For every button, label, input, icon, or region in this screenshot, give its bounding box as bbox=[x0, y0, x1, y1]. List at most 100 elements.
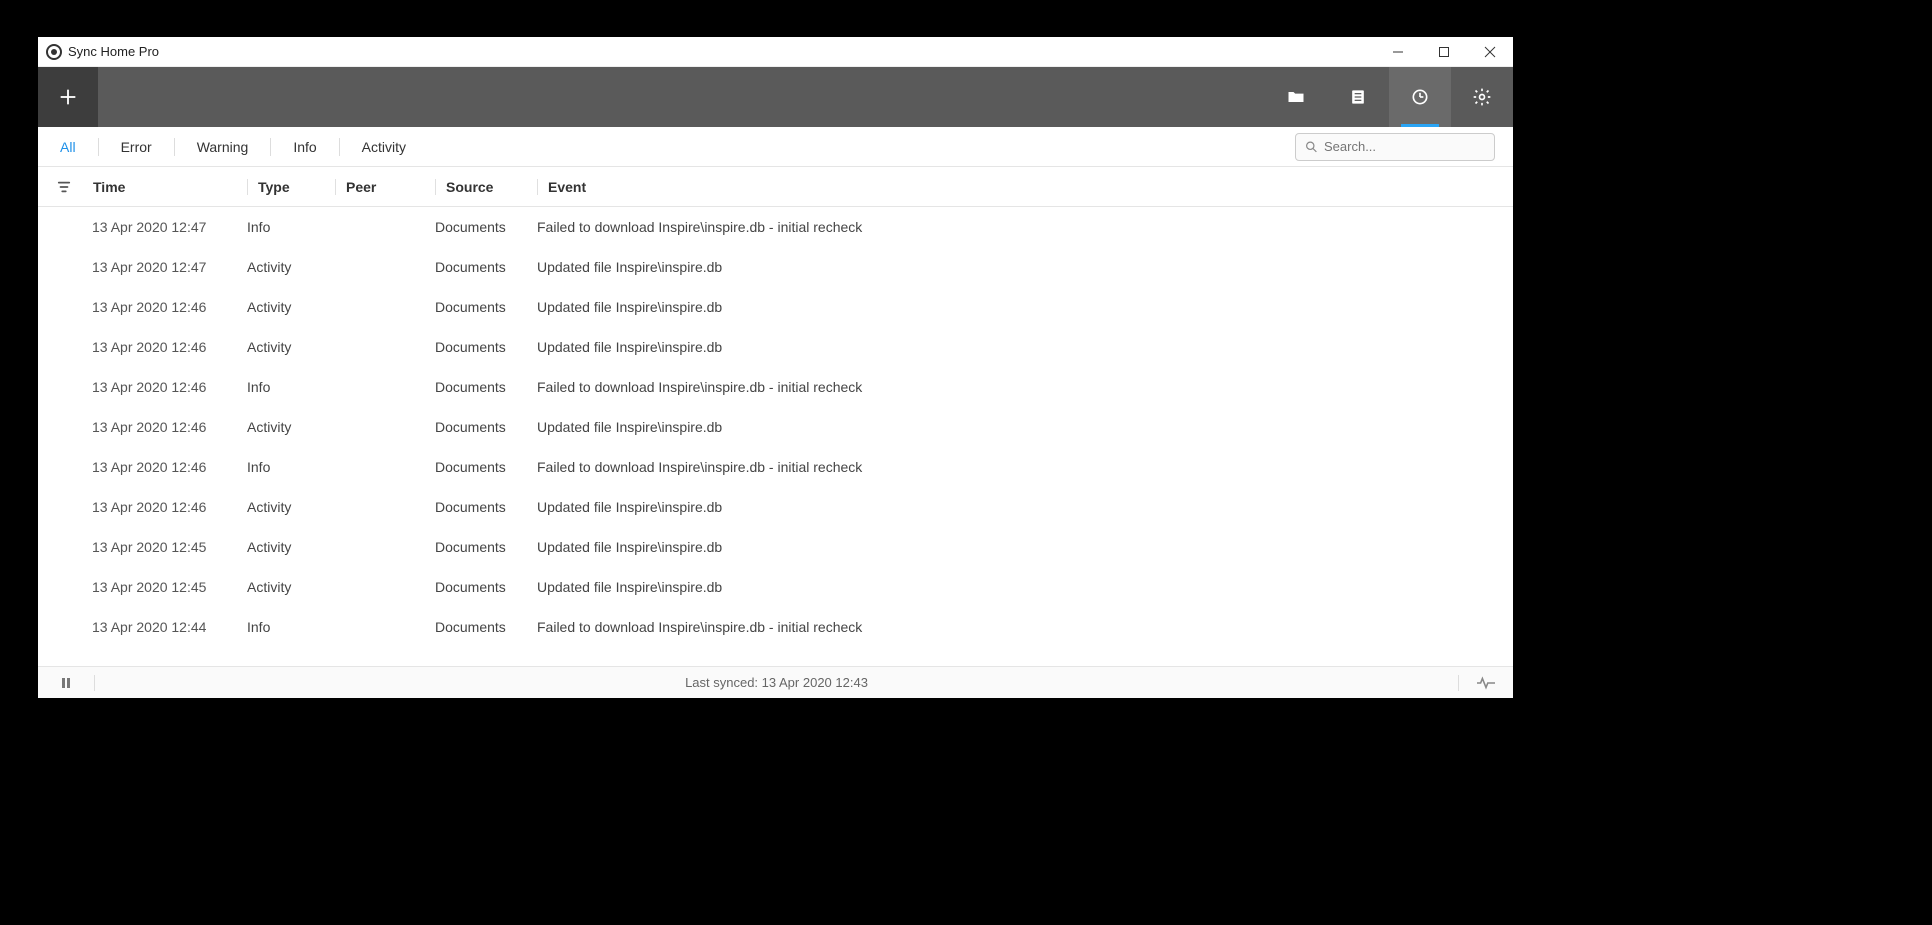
filter-tab-error[interactable]: Error bbox=[117, 127, 156, 167]
cell-time: 13 Apr 2020 12:46 bbox=[92, 499, 247, 515]
cell-time: 13 Apr 2020 12:47 bbox=[92, 219, 247, 235]
minimize-icon bbox=[1392, 46, 1404, 58]
column-header-type[interactable]: Type bbox=[247, 179, 335, 195]
search-wrap bbox=[1295, 133, 1495, 161]
app-window: Sync Home Pro bbox=[38, 37, 1513, 698]
toolbar bbox=[38, 67, 1513, 127]
column-header-time[interactable]: Time bbox=[92, 179, 247, 195]
cell-source: Documents bbox=[435, 539, 537, 555]
table-row[interactable]: 13 Apr 2020 12:47Info DocumentsFailed to … bbox=[38, 207, 1513, 247]
column-header-source[interactable]: Source bbox=[435, 179, 537, 195]
list-icon bbox=[1348, 87, 1368, 107]
table-row[interactable]: 13 Apr 2020 12:46Activity DocumentsUpdate… bbox=[38, 487, 1513, 527]
maximize-button[interactable] bbox=[1421, 37, 1467, 67]
cell-time: 13 Apr 2020 12:45 bbox=[92, 579, 247, 595]
add-button[interactable] bbox=[38, 67, 98, 127]
table-row[interactable]: 13 Apr 2020 12:46Activity DocumentsUpdate… bbox=[38, 287, 1513, 327]
devices-button[interactable] bbox=[1327, 67, 1389, 127]
cell-type: Activity bbox=[247, 339, 335, 355]
cell-type: Activity bbox=[247, 579, 335, 595]
filter-row: All Error Warning Info Activity bbox=[38, 127, 1513, 167]
cell-event: Updated file Inspire\inspire.db bbox=[537, 579, 1513, 595]
app-icon bbox=[46, 44, 62, 60]
cell-time: 13 Apr 2020 12:46 bbox=[92, 299, 247, 315]
cell-event: Updated file Inspire\inspire.db bbox=[537, 299, 1513, 315]
cell-type: Activity bbox=[247, 499, 335, 515]
close-button[interactable] bbox=[1467, 37, 1513, 67]
window-controls bbox=[1375, 37, 1513, 67]
maximize-icon bbox=[1438, 46, 1450, 58]
toolbar-spacer bbox=[98, 67, 1265, 127]
cell-time: 13 Apr 2020 12:46 bbox=[92, 379, 247, 395]
status-divider bbox=[94, 675, 95, 691]
plus-icon bbox=[57, 86, 79, 108]
cell-event: Failed to download Inspire\inspire.db - … bbox=[537, 619, 1513, 635]
search-input[interactable] bbox=[1295, 133, 1495, 161]
cell-time: 13 Apr 2020 12:46 bbox=[92, 459, 247, 475]
table-row[interactable]: 13 Apr 2020 12:46ActivityDocumentsUpdate… bbox=[38, 327, 1513, 367]
cell-event: Updated file Inspire\inspire.db bbox=[537, 499, 1513, 515]
cell-event: Failed to download Inspire\inspire.db - … bbox=[537, 379, 1513, 395]
minimize-button[interactable] bbox=[1375, 37, 1421, 67]
table-row[interactable]: 13 Apr 2020 12:47Activity DocumentsUpdate… bbox=[38, 247, 1513, 287]
folder-icon bbox=[1286, 87, 1306, 107]
cell-source: Documents bbox=[435, 579, 537, 595]
table-row[interactable]: 13 Apr 2020 12:46Activity DocumentsUpdate… bbox=[38, 407, 1513, 447]
cell-time: 13 Apr 2020 12:44 bbox=[92, 619, 247, 635]
column-header-peer[interactable]: Peer bbox=[335, 179, 435, 195]
cell-time: 13 Apr 2020 12:46 bbox=[92, 339, 247, 355]
cell-event: Failed to download Inspire\inspire.db - … bbox=[537, 459, 1513, 475]
folders-button[interactable] bbox=[1265, 67, 1327, 127]
cell-event: Updated file Inspire\inspire.db bbox=[537, 419, 1513, 435]
status-bar: Last synced: 13 Apr 2020 12:43 bbox=[38, 666, 1513, 698]
search-icon bbox=[1305, 140, 1318, 153]
cell-time: 13 Apr 2020 12:46 bbox=[92, 419, 247, 435]
cell-source: Documents bbox=[435, 459, 537, 475]
table-row[interactable]: 13 Apr 2020 12:46InfoDocumentsFailed to … bbox=[38, 367, 1513, 407]
settings-button[interactable] bbox=[1451, 67, 1513, 127]
close-icon bbox=[1484, 46, 1496, 58]
cell-type: Activity bbox=[247, 539, 335, 555]
cell-time: 13 Apr 2020 12:47 bbox=[92, 259, 247, 275]
table-row[interactable]: 13 Apr 2020 12:44InfoDocumentsFailed to … bbox=[38, 607, 1513, 647]
filter-tab-all[interactable]: All bbox=[56, 127, 80, 167]
filter-tab-warning[interactable]: Warning bbox=[193, 127, 253, 167]
filter-divider bbox=[174, 138, 175, 156]
cell-source: Documents bbox=[435, 499, 537, 515]
pause-icon bbox=[60, 677, 72, 689]
cell-type: Activity bbox=[247, 259, 335, 275]
history-button[interactable] bbox=[1389, 67, 1451, 127]
cell-event: Updated file Inspire\inspire.db bbox=[537, 339, 1513, 355]
pause-button[interactable] bbox=[56, 677, 76, 689]
cell-event: Updated file Inspire\inspire.db bbox=[537, 259, 1513, 275]
cell-source: Documents bbox=[435, 259, 537, 275]
filter-tab-info[interactable]: Info bbox=[289, 127, 320, 167]
cell-type: Info bbox=[247, 379, 335, 395]
cell-source: Documents bbox=[435, 219, 537, 235]
table-row[interactable]: 13 Apr 2020 12:45Activity DocumentsUpdate… bbox=[38, 567, 1513, 607]
table-row[interactable]: 13 Apr 2020 12:45ActivityDocumentsUpdate… bbox=[38, 527, 1513, 567]
gear-icon bbox=[1472, 87, 1492, 107]
status-text: Last synced: 13 Apr 2020 12:43 bbox=[113, 675, 1440, 690]
filter-column-button[interactable] bbox=[56, 180, 92, 194]
cell-type: Info bbox=[247, 219, 335, 235]
table-body[interactable]: 13 Apr 2020 12:47InfoDocumentsFailed to … bbox=[38, 207, 1513, 666]
cell-type: Info bbox=[247, 619, 335, 635]
column-header-event[interactable]: Event bbox=[537, 179, 1513, 195]
table-header: Time Type Peer Source Event bbox=[38, 167, 1513, 207]
cell-type: Activity bbox=[247, 419, 335, 435]
status-divider bbox=[1458, 675, 1459, 691]
cell-source: Documents bbox=[435, 299, 537, 315]
cell-event: Updated file Inspire\inspire.db bbox=[537, 539, 1513, 555]
filter-divider bbox=[339, 138, 340, 156]
titlebar: Sync Home Pro bbox=[38, 37, 1513, 67]
cell-source: Documents bbox=[435, 419, 537, 435]
cell-type: Activity bbox=[247, 299, 335, 315]
cell-event: Failed to download Inspire\inspire.db - … bbox=[537, 219, 1513, 235]
table-row[interactable]: 13 Apr 2020 12:46InfoDocumentsFailed to … bbox=[38, 447, 1513, 487]
clock-icon bbox=[1410, 87, 1430, 107]
activity-indicator bbox=[1477, 674, 1495, 692]
filter-icon bbox=[57, 180, 71, 194]
filter-tab-activity[interactable]: Activity bbox=[358, 127, 410, 167]
filter-divider bbox=[98, 138, 99, 156]
